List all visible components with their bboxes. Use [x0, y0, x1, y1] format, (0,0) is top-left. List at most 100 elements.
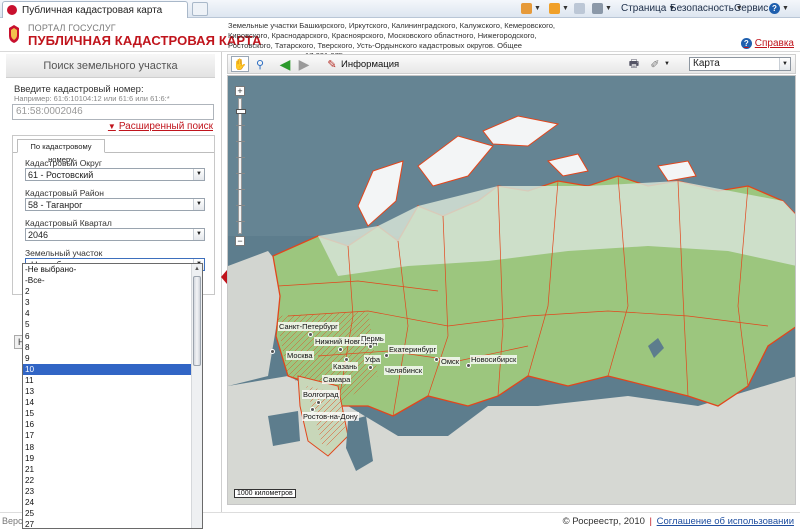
- portal-name[interactable]: ПОРТАЛ ГОСУСЛУГ: [28, 23, 116, 33]
- city-label[interactable]: Ростов-на-Дону: [302, 412, 359, 421]
- dropdown-option[interactable]: 6: [23, 331, 192, 342]
- dropdown-option[interactable]: 8: [23, 342, 192, 353]
- dropdown-option[interactable]: 22: [23, 475, 192, 486]
- print-button[interactable]: ▼: [592, 3, 612, 14]
- dropdown-option[interactable]: 10: [23, 363, 192, 375]
- zoom-tick: [236, 125, 245, 126]
- dropdown-option[interactable]: 11: [23, 375, 192, 386]
- zoom-tick: [236, 157, 245, 158]
- dropdown-option[interactable]: 4: [23, 308, 192, 319]
- chevron-down-icon[interactable]: ▼: [193, 169, 204, 180]
- city-label[interactable]: Волгоград: [302, 390, 340, 399]
- chevron-down-icon[interactable]: ▼: [779, 58, 790, 70]
- dropdown-option[interactable]: -Не выбрано-: [23, 264, 192, 275]
- zoom-rect-button[interactable]: ⚲: [251, 56, 269, 72]
- dropdown-option[interactable]: 19: [23, 453, 192, 464]
- dropdown-option[interactable]: -Все-: [23, 275, 192, 286]
- city-label[interactable]: Пермь: [360, 334, 385, 343]
- forward-button[interactable]: ▶: [295, 56, 313, 72]
- city-marker-icon[interactable]: [344, 357, 349, 362]
- district-label: Кадастровый Округ: [25, 158, 103, 168]
- dropdown-option[interactable]: 24: [23, 497, 192, 508]
- cadastral-number-input[interactable]: 61:58:0002046: [12, 104, 214, 120]
- measure-menu-button[interactable]: ▼: [662, 56, 672, 72]
- city-marker-icon[interactable]: [466, 363, 471, 368]
- dropdown-option[interactable]: 9: [23, 353, 192, 364]
- info-tool-button[interactable]: ✎: [323, 56, 341, 72]
- browser-help-button[interactable]: ? ▼: [769, 3, 789, 14]
- city-marker-icon[interactable]: [338, 347, 343, 352]
- triangle-down-icon: ▼: [107, 122, 116, 131]
- city-label[interactable]: Екатеринбург: [388, 345, 438, 354]
- city-label[interactable]: Новосибирск: [470, 355, 518, 364]
- dropdown-option[interactable]: 2: [23, 286, 192, 297]
- zoom-slider-thumb[interactable]: [236, 109, 246, 114]
- dropdown-option[interactable]: 17: [23, 430, 192, 441]
- dropdown-option[interactable]: 15: [23, 408, 192, 419]
- city-label[interactable]: Челябинск: [384, 366, 424, 375]
- zoom-control: + −: [235, 86, 246, 246]
- new-tab-button[interactable]: [192, 2, 208, 16]
- dropdown-option[interactable]: 25: [23, 508, 192, 519]
- help-link[interactable]: ? Справка: [740, 38, 794, 49]
- dropdown-option[interactable]: 23: [23, 486, 192, 497]
- zoom-slider[interactable]: [236, 98, 246, 234]
- print-map-button[interactable]: 🖶: [625, 56, 643, 72]
- mail-button[interactable]: [574, 3, 585, 14]
- city-marker-icon[interactable]: [368, 344, 373, 349]
- dropdown-scrollbar[interactable]: ▲: [191, 264, 202, 528]
- map-canvas[interactable]: [228, 76, 796, 505]
- city-marker-icon[interactable]: [384, 353, 389, 358]
- mail-icon: [574, 3, 585, 14]
- basemap-value: Карта: [693, 58, 720, 69]
- dropdown-option[interactable]: 16: [23, 419, 192, 430]
- dropdown-option[interactable]: 13: [23, 386, 192, 397]
- city-marker-icon[interactable]: [308, 332, 313, 337]
- home-button[interactable]: ▼: [521, 3, 541, 14]
- chevron-down-icon[interactable]: ▼: [193, 229, 204, 240]
- zoom-out-button[interactable]: −: [235, 236, 245, 246]
- city-marker-icon[interactable]: [368, 365, 373, 370]
- zoom-in-button[interactable]: +: [235, 86, 245, 96]
- city-label[interactable]: Санкт-Петербург: [278, 322, 339, 331]
- basemap-select[interactable]: Карта ▼: [689, 57, 791, 71]
- map-view[interactable]: + − Санкт-Петербург Нижний Новгород Моск…: [227, 75, 796, 505]
- zoom-tick: [236, 173, 245, 174]
- district-select[interactable]: 61 - Ростовский ▼: [25, 168, 205, 181]
- city-label[interactable]: Самара: [322, 375, 352, 384]
- scroll-up-icon[interactable]: ▲: [192, 264, 202, 274]
- feeds-button[interactable]: ▼: [549, 3, 569, 14]
- dropdown-option[interactable]: 21: [23, 464, 192, 475]
- terms-link[interactable]: Соглашение об использовании: [657, 516, 794, 527]
- dropdown-option[interactable]: 14: [23, 397, 192, 408]
- city-marker-icon[interactable]: [270, 349, 275, 354]
- back-button[interactable]: ◀: [276, 56, 294, 72]
- parcel-dropdown-list[interactable]: -Не выбрано- -Все- 2 3 4 5 6 8 9 10 11 13 14 15 16 17 18…: [22, 263, 203, 529]
- city-marker-icon[interactable]: [310, 407, 315, 412]
- dropdown-option[interactable]: 5: [23, 319, 192, 330]
- dropdown-option[interactable]: 18: [23, 442, 192, 453]
- city-label[interactable]: Казань: [332, 362, 359, 371]
- quarter-label: Кадастровый Квартал: [25, 218, 112, 228]
- panel-title: Поиск земельного участка: [6, 54, 215, 78]
- city-label[interactable]: Омск: [440, 357, 461, 366]
- dropdown-option[interactable]: 27: [23, 519, 192, 528]
- info-tool-label[interactable]: Информация: [341, 59, 399, 70]
- advanced-search-link[interactable]: ▼ Расширенный поиск: [108, 121, 213, 132]
- quarter-select[interactable]: 2046 ▼: [25, 228, 205, 241]
- city-marker-icon[interactable]: [434, 357, 439, 362]
- chevron-down-icon[interactable]: ▼: [193, 199, 204, 210]
- dropdown-option[interactable]: 3: [23, 297, 192, 308]
- city-label[interactable]: Уфа: [364, 355, 382, 364]
- city-label[interactable]: Москва: [286, 351, 314, 360]
- browser-tab[interactable]: Публичная кадастровая карта: [2, 1, 188, 18]
- security-menu[interactable]: Безопасность ▼: [670, 3, 743, 14]
- city-marker-icon[interactable]: [316, 400, 321, 405]
- pan-tool-button[interactable]: ✋: [231, 56, 249, 72]
- page-menu[interactable]: Страница ▼: [621, 3, 675, 14]
- tab-by-cadastral-number[interactable]: По кадастровому номеру: [17, 139, 105, 164]
- area-select[interactable]: 58 - Таганрог ▼: [25, 198, 205, 211]
- footer-separator: |: [649, 516, 652, 527]
- cadastral-number-example: Например: 61:6:10104:12 или 61:6 или 61:…: [14, 94, 170, 103]
- scrollbar-thumb[interactable]: [193, 276, 201, 366]
